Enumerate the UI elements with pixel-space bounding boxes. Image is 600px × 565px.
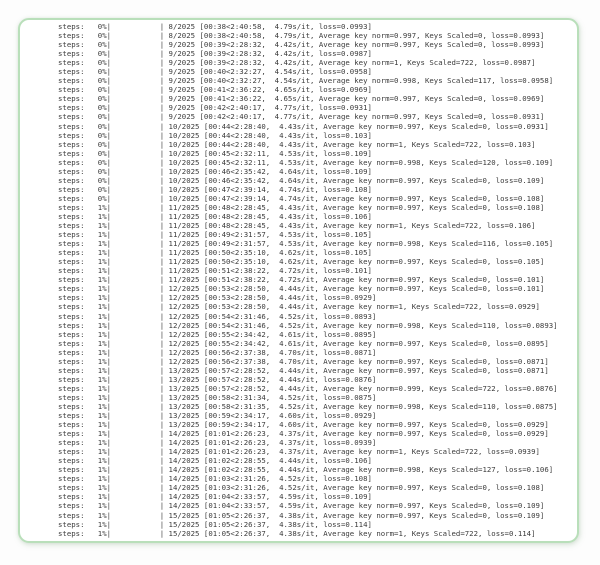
- log-line: steps: 0%| | 10/2025 [00:47<2:39:14, 4.7…: [58, 194, 573, 203]
- log-line: steps: 1%| | 11/2025 [00:48<2:28:45, 4.4…: [58, 203, 573, 212]
- log-line: steps: 1%| | 12/2025 [00:53<2:28:50, 4.4…: [58, 293, 573, 302]
- log-line: steps: 1%| | 12/2025 [00:55<2:34:42, 4.6…: [58, 330, 573, 339]
- log-line: steps: 1%| | 12/2025 [00:54<2:31:46, 4.5…: [58, 321, 573, 330]
- log-line: steps: 0%| | 10/2025 [00:46<2:35:42, 4.6…: [58, 176, 573, 185]
- log-line: steps: 0%| | 10/2025 [00:45<2:32:11, 4.5…: [58, 158, 573, 167]
- log-line: steps: 1%| | 14/2025 [01:02<2:28:55, 4.4…: [58, 456, 573, 465]
- log-line: steps: 1%| | 12/2025 [00:53<2:28:50, 4.4…: [58, 302, 573, 311]
- log-line: steps: 1%| | 11/2025 [00:51<2:38:22, 4.7…: [58, 275, 573, 284]
- log-line: steps: 0%| | 10/2025 [00:44<2:28:40, 4.4…: [58, 140, 573, 149]
- log-line: steps: 1%| | 13/2025 [00:57<2:28:52, 4.4…: [58, 366, 573, 375]
- log-line: steps: 1%| | 13/2025 [00:58<2:31:35, 4.5…: [58, 402, 573, 411]
- terminal-output-card: steps: 0%| | 8/2025 [00:38<2:40:58, 4.79…: [18, 18, 579, 543]
- log-line: steps: 1%| | 14/2025 [01:04<2:33:57, 4.5…: [58, 492, 573, 501]
- log-line: steps: 1%| | 14/2025 [01:03<2:31:26, 4.5…: [58, 483, 573, 492]
- log-line: steps: 0%| | 9/2025 [00:41<2:36:22, 4.65…: [58, 85, 573, 94]
- log-line: steps: 1%| | 14/2025 [01:03<2:31:26, 4.5…: [58, 474, 573, 483]
- log-line: steps: 1%| | 12/2025 [00:53<2:28:50, 4.4…: [58, 284, 573, 293]
- log-line: steps: 1%| | 11/2025 [00:51<2:38:22, 4.7…: [58, 266, 573, 275]
- log-line: steps: 1%| | 13/2025 [00:59<2:34:17, 4.6…: [58, 420, 573, 429]
- log-line: steps: 0%| | 8/2025 [00:38<2:40:58, 4.79…: [58, 22, 573, 31]
- log-line: steps: 1%| | 11/2025 [00:48<2:28:45, 4.4…: [58, 221, 573, 230]
- log-line: steps: 1%| | 11/2025 [00:50<2:35:10, 4.6…: [58, 257, 573, 266]
- log-line: steps: 1%| | 14/2025 [01:04<2:33:57, 4.5…: [58, 501, 573, 510]
- training-log: steps: 0%| | 8/2025 [00:38<2:40:58, 4.79…: [58, 22, 573, 538]
- log-line: steps: 1%| | 13/2025 [00:57<2:28:52, 4.4…: [58, 375, 573, 384]
- log-line: steps: 0%| | 9/2025 [00:39<2:28:32, 4.42…: [58, 49, 573, 58]
- log-line: steps: 1%| | 11/2025 [00:49<2:31:57, 4.5…: [58, 239, 573, 248]
- log-line: steps: 0%| | 10/2025 [00:45<2:32:11, 4.5…: [58, 149, 573, 158]
- log-line: steps: 0%| | 9/2025 [00:42<2:40:17, 4.77…: [58, 103, 573, 112]
- log-line: steps: 1%| | 15/2025 [01:05<2:26:37, 4.3…: [58, 520, 573, 529]
- log-line: steps: 0%| | 9/2025 [00:39<2:28:32, 4.42…: [58, 58, 573, 67]
- log-line: steps: 0%| | 9/2025 [00:42<2:40:17, 4.77…: [58, 112, 573, 121]
- log-line: steps: 1%| | 13/2025 [00:57<2:28:52, 4.4…: [58, 384, 573, 393]
- page: steps: 0%| | 8/2025 [00:38<2:40:58, 4.79…: [0, 0, 600, 565]
- log-line: steps: 1%| | 12/2025 [00:54<2:31:46, 4.5…: [58, 312, 573, 321]
- log-line: steps: 1%| | 12/2025 [00:56<2:37:38, 4.7…: [58, 348, 573, 357]
- log-line: steps: 0%| | 9/2025 [00:39<2:28:32, 4.42…: [58, 40, 573, 49]
- log-line: steps: 0%| | 10/2025 [00:46<2:35:42, 4.6…: [58, 167, 573, 176]
- log-line: steps: 1%| | 13/2025 [00:59<2:34:17, 4.6…: [58, 411, 573, 420]
- log-line: steps: 1%| | 14/2025 [01:02<2:28:55, 4.4…: [58, 465, 573, 474]
- log-line: steps: 1%| | 13/2025 [00:58<2:31:34, 4.5…: [58, 393, 573, 402]
- log-line: steps: 0%| | 9/2025 [00:40<2:32:27, 4.54…: [58, 76, 573, 85]
- log-line: steps: 0%| | 10/2025 [00:44<2:28:40, 4.4…: [58, 122, 573, 131]
- log-line: steps: 1%| | 15/2025 [01:05<2:26:37, 4.3…: [58, 529, 573, 538]
- log-line: steps: 1%| | 12/2025 [00:56<2:37:38, 4.7…: [58, 357, 573, 366]
- log-line: steps: 0%| | 8/2025 [00:38<2:40:58, 4.79…: [58, 31, 573, 40]
- log-line: steps: 0%| | 9/2025 [00:41<2:36:22, 4.65…: [58, 94, 573, 103]
- log-line: steps: 1%| | 14/2025 [01:01<2:26:23, 4.3…: [58, 438, 573, 447]
- log-line: steps: 1%| | 11/2025 [00:48<2:28:45, 4.4…: [58, 212, 573, 221]
- log-line: steps: 1%| | 11/2025 [00:50<2:35:10, 4.6…: [58, 248, 573, 257]
- log-line: steps: 1%| | 11/2025 [00:49<2:31:57, 4.5…: [58, 230, 573, 239]
- log-line: steps: 1%| | 12/2025 [00:55<2:34:42, 4.6…: [58, 339, 573, 348]
- log-line: steps: 1%| | 15/2025 [01:05<2:26:37, 4.3…: [58, 511, 573, 520]
- log-line: steps: 1%| | 14/2025 [01:01<2:26:23, 4.3…: [58, 429, 573, 438]
- log-line: steps: 1%| | 14/2025 [01:01<2:26:23, 4.3…: [58, 447, 573, 456]
- log-line: steps: 0%| | 9/2025 [00:40<2:32:27, 4.54…: [58, 67, 573, 76]
- log-line: steps: 0%| | 10/2025 [00:47<2:39:14, 4.7…: [58, 185, 573, 194]
- log-line: steps: 0%| | 10/2025 [00:44<2:28:40, 4.4…: [58, 131, 573, 140]
